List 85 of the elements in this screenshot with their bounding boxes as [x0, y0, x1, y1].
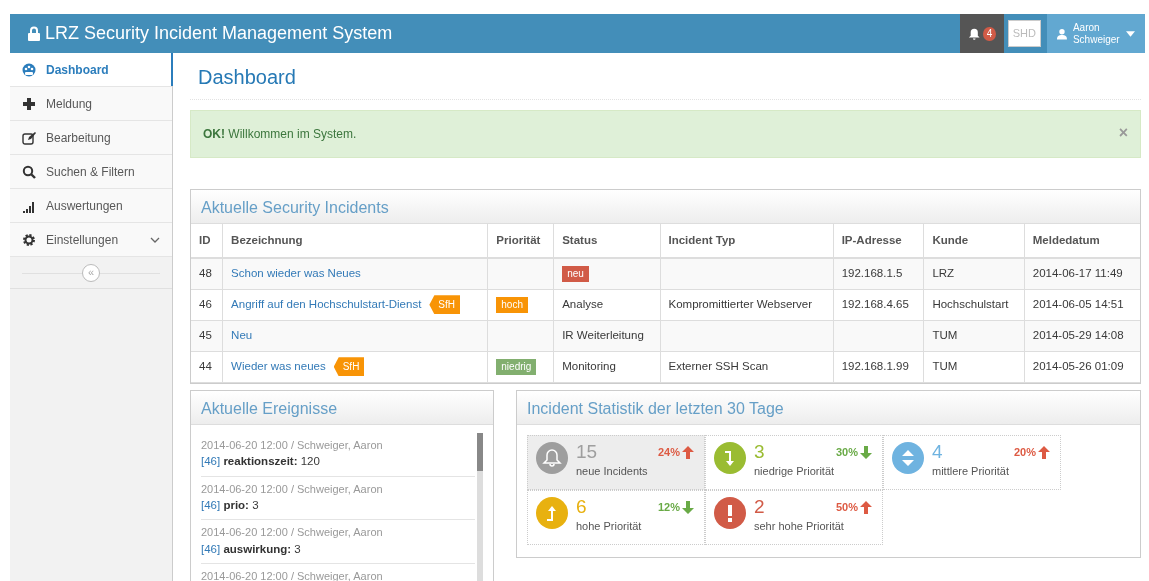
priority-label: hoch [496, 297, 528, 314]
percent-change: 24% [657, 444, 680, 460]
incident-link[interactable]: [46] [201, 542, 221, 555]
stat-tile[interactable]: 2 sehr hohe Priorität 50% [705, 489, 883, 545]
stat-value: 4 [932, 441, 944, 463]
sidebar-item[interactable]: Meldung [10, 87, 172, 121]
percent-change: 50% [835, 499, 858, 515]
stat-tile[interactable]: 3 niedrige Priorität 30% [705, 434, 883, 490]
tag-label: SfH [333, 357, 365, 377]
user-menu[interactable]: Aaron Schweiger [1047, 14, 1145, 53]
percent-change: 30% [835, 444, 858, 460]
plus-icon [22, 96, 36, 111]
priority-label: niedrig [496, 359, 537, 376]
stat-value: 6 [576, 496, 588, 518]
incident-link[interactable]: Neu [231, 329, 253, 342]
table-cell: 2014-05-29 14:08 [1024, 320, 1140, 352]
sidebar-item[interactable]: Bearbeitung [10, 121, 172, 155]
dashboard-icon [22, 62, 36, 77]
table-cell: 48 [191, 258, 223, 290]
event-text: auswirkung: 3 [223, 542, 301, 555]
stat-tile[interactable]: 15 neue Incidents 24% [527, 434, 705, 490]
event-meta: 2014-06-20 12:00 / Schweiger, Aaron [201, 437, 384, 453]
table-cell: Hochschulstart [923, 289, 1025, 321]
table-cell: Externer SSH Scan [660, 351, 834, 383]
settings-icon [22, 232, 36, 247]
table-cell: Kompromittierter Webserver [660, 289, 834, 321]
table-cell: LRZ [923, 258, 1025, 290]
app-title: LRZ Security Incident Management System [45, 22, 393, 45]
table-cell: 2014-05-26 01:09 [1024, 351, 1140, 383]
sidebar-item[interactable]: Dashboard [10, 53, 172, 87]
up-down-icon [892, 441, 924, 474]
incident-link[interactable]: Angriff auf den Hochschulstart-Dienst [231, 298, 422, 311]
table-cell: 192.168.1.99 [833, 351, 924, 383]
stat-label: neue Incidents [576, 463, 648, 479]
table-cell: 2014-06-05 14:51 [1024, 289, 1140, 321]
event-meta: 2014-06-20 12:00 / Schweiger, Aaron [201, 525, 384, 541]
search-icon [22, 164, 36, 179]
alert-message: OK! Willkommen im System. [203, 126, 357, 143]
stat-label: niedrige Priorität [754, 463, 835, 479]
scrollbar[interactable] [477, 432, 483, 581]
arrow-turn-down-icon [714, 441, 746, 474]
table-cell: 46 [191, 289, 223, 321]
collapse-button[interactable]: « [82, 263, 100, 282]
event-meta: 2014-06-20 12:00 / Schweiger, Aaron [201, 481, 384, 497]
exclamation-icon [714, 496, 746, 529]
notifications-button[interactable]: 4 [959, 14, 1004, 53]
bell-icon [536, 441, 568, 474]
stat-tile[interactable]: 6 hohe Priorität 12% [527, 489, 705, 545]
stat-value: 3 [754, 441, 766, 463]
table-cell: TUM [923, 351, 1025, 383]
table-cell: 45 [191, 320, 223, 352]
percent-change: 20% [1013, 444, 1036, 460]
stat-label: hohe Priorität [576, 518, 642, 534]
caret-icon [1125, 30, 1135, 37]
notification-count: 4 [983, 26, 996, 41]
bell-icon [967, 26, 981, 41]
tag-label: SfH [429, 295, 461, 315]
user-icon [1057, 27, 1067, 40]
incident-link[interactable]: [46] [201, 499, 221, 511]
percent-change: 12% [657, 499, 680, 515]
table-cell: 44 [191, 351, 223, 383]
stat-label: mittlere Priorität [932, 463, 1010, 479]
lock-icon [28, 26, 40, 41]
stat-tile[interactable]: 4 mittlere Priorität 20% [883, 434, 1061, 490]
arrow-turn-up-icon [536, 496, 568, 529]
event-text: reaktionszeit: 120 [223, 455, 320, 468]
incident-link[interactable]: Wieder was neues [231, 360, 326, 373]
table-cell: Analyse [553, 289, 660, 321]
stat-value: 15 [576, 441, 599, 463]
table-cell: 2014-06-17 11:49 [1024, 258, 1140, 290]
edit-icon [22, 130, 36, 145]
table-cell: IR Weiterleitung [553, 320, 660, 352]
incident-link[interactable]: [46] [201, 455, 221, 468]
table-cell: 192.168.4.65 [833, 289, 924, 321]
status-label: neu [562, 266, 589, 283]
stat-label: sehr hohe Priorität [754, 518, 844, 534]
incident-link[interactable]: Schon wieder was Neues [231, 267, 361, 280]
table-cell: Monitoring [553, 351, 660, 383]
sidebar-item[interactable]: Einstellungen [10, 223, 172, 257]
sidebar-item[interactable]: Auswertungen [10, 189, 172, 223]
table-cell: 192.168.1.5 [833, 258, 924, 290]
page-title: Dashboard [190, 53, 1141, 100]
table-cell: TUM [923, 320, 1025, 352]
event-text: prio: 3 [223, 499, 259, 511]
sidebar-item[interactable]: Suchen & Filtern [10, 155, 172, 189]
